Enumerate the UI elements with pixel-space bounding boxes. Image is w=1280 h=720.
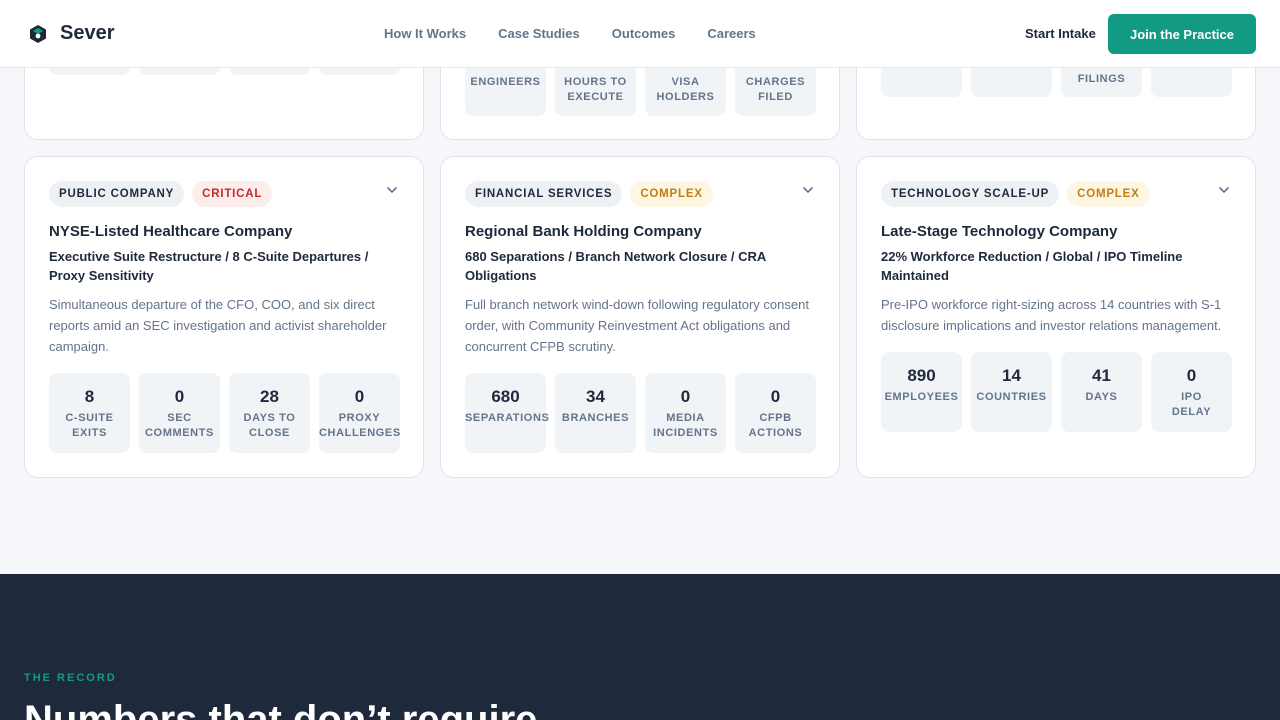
stat-label: DAYS (1085, 391, 1118, 403)
chevron-down-icon[interactable] (1217, 183, 1231, 197)
stats-row: 680 SEPARATIONS 34 BRANCHES 0 MEDIA INCIDEN… (465, 373, 816, 453)
stat-value: 28 (260, 387, 279, 406)
stat-label: BRANCHES (561, 412, 630, 424)
stat-value: 890 (907, 366, 936, 385)
category-badge: PUBLIC COMPANY (49, 181, 185, 207)
brand-name: Sever (60, 22, 115, 44)
stat-tile: 14 COUNTRIES (971, 352, 1052, 432)
stat-tile: 0 IPO DELAY (1151, 352, 1232, 432)
stat-label: EMPLOYEES (884, 391, 959, 403)
stat-tile: 0 MEDIA INCIDENTS (645, 373, 726, 453)
stat-value: 8 (84, 387, 95, 406)
card-description: Simultaneous departure of the CFO, COO, … (49, 297, 387, 354)
start-intake-link[interactable]: Start Intake (1025, 26, 1096, 41)
stat-value: 14 (1002, 366, 1021, 385)
stat-value: 34 (586, 387, 605, 406)
stat-value: 0 (354, 387, 365, 406)
join-practice-button[interactable]: Join the Practice (1108, 14, 1256, 54)
stat-label: C-SUITE EXITS (65, 412, 114, 439)
logo-icon (30, 24, 46, 43)
stat-tile: 0 PROXY CHALLENGES (319, 373, 400, 453)
stat-label: CFPB ACTIONS (748, 412, 803, 439)
card-subtitle: 22% Workforce Reduction / Global / IPO T… (881, 249, 1183, 283)
case-card-bank[interactable]: FINANCIAL SERVICES COMPLEX Regional Bank… (440, 156, 840, 478)
nav-outcomes[interactable]: Outcomes (612, 26, 676, 41)
nav-careers[interactable]: Careers (707, 26, 755, 41)
stat-label: IPO DELAY (1171, 391, 1212, 418)
stat-tile: 0 CFPB ACTIONS (735, 373, 816, 453)
tag-row: TECHNOLOGY SCALE-UP COMPLEX (881, 181, 1150, 207)
stat-label: VISA HOLDERS (656, 76, 715, 103)
card-title: Regional Bank Holding Company (465, 223, 702, 240)
card-description: Full branch network wind-down following … (465, 297, 809, 354)
stat-value: 0 (680, 387, 691, 406)
stat-tile: 28 DAYS TO CLOSE (229, 373, 310, 453)
stat-label: SEC COMMENTS (145, 412, 214, 439)
nav-how-it-works[interactable]: How It Works (384, 26, 466, 41)
stat-tile: 8 C-SUITE EXITS (49, 373, 130, 453)
card-title: Late-Stage Technology Company (881, 223, 1118, 240)
stat-tile: 0 SEC COMMENTS (139, 373, 220, 453)
stat-value: 41 (1092, 366, 1111, 385)
section-eyebrow: THE RECORD (24, 672, 117, 684)
stat-label: FILINGS (1077, 73, 1126, 85)
case-card-healthcare[interactable]: PUBLIC COMPANY CRITICAL NYSE-Listed Heal… (24, 156, 424, 478)
stat-tile: 41 DAYS (1061, 352, 1142, 432)
stat-value: 0 (174, 387, 185, 406)
stat-tile: 680 SEPARATIONS (465, 373, 550, 453)
card-title: NYSE-Listed Healthcare Company (49, 223, 293, 240)
stat-label: HOURS TO EXECUTE (564, 76, 627, 103)
category-badge: FINANCIAL SERVICES (465, 181, 623, 207)
section-heading: Numbers that don’t require (24, 698, 538, 720)
severity-badge: CRITICAL (192, 181, 273, 207)
record-section: THE RECORD Numbers that don’t require (0, 574, 1280, 720)
card-description: Pre-IPO workforce right-sizing across 14… (881, 297, 1222, 333)
stat-label: MEDIA INCIDENTS (653, 412, 718, 439)
severity-badge: COMPLEX (630, 181, 713, 207)
stat-label: SEPARATIONS (465, 412, 550, 424)
stat-label: DAYS TO CLOSE (243, 412, 296, 439)
case-card-technology[interactable]: TECHNOLOGY SCALE-UP COMPLEX Late-Stage T… (856, 156, 1256, 478)
nav-case-studies[interactable]: Case Studies (498, 26, 580, 41)
category-badge: TECHNOLOGY SCALE-UP (881, 181, 1060, 207)
stat-tile: 890 EMPLOYEES (881, 352, 962, 432)
stats-row: 8 C-SUITE EXITS 0 SEC COMMENTS 28 DAYS TO C… (49, 373, 400, 453)
main-nav: How It Works Case Studies Outcomes Caree… (384, 26, 788, 41)
card-subtitle: 680 Separations / Branch Network Closure… (465, 249, 766, 283)
stat-label: ENGINEERS (470, 76, 541, 88)
chevron-down-icon[interactable] (385, 183, 399, 197)
stat-value: 0 (770, 387, 781, 406)
tag-row: FINANCIAL SERVICES COMPLEX (465, 181, 713, 207)
stat-tile: 34 BRANCHES (555, 373, 636, 453)
tag-row: PUBLIC COMPANY CRITICAL (49, 181, 273, 207)
site-header: Sever How It Works Case Studies Outcomes… (0, 0, 1280, 68)
stat-value: 0 (1186, 366, 1197, 385)
brand-logo[interactable]: Sever (28, 22, 115, 45)
severity-badge: COMPLEX (1067, 181, 1150, 207)
stat-label: COUNTRIES (976, 391, 1047, 403)
card-subtitle: Executive Suite Restructure / 8 C-Suite … (49, 249, 369, 283)
chevron-down-icon[interactable] (801, 183, 815, 197)
stat-value: 680 (491, 387, 520, 406)
stat-label: PROXY CHALLENGES (319, 412, 401, 439)
stats-row: 890 EMPLOYEES 14 COUNTRIES 41 DAYS 0 IPO DEL… (881, 352, 1232, 432)
stat-label: CHARGES FILED (745, 76, 806, 103)
